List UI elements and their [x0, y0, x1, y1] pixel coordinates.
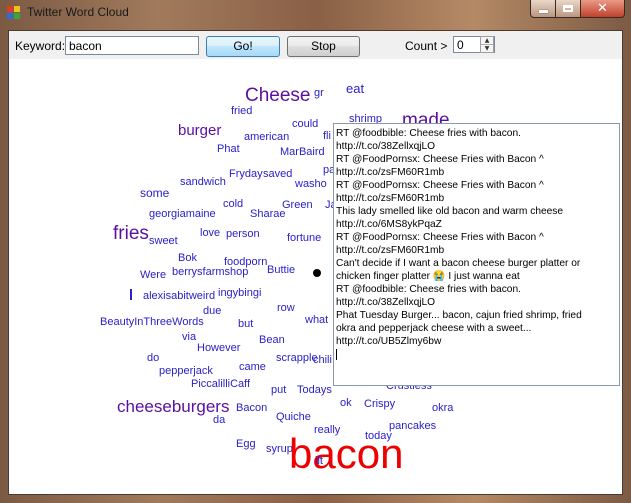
cloud-word: row: [277, 302, 295, 314]
cloud-word: person: [226, 228, 260, 240]
tweet-line: RT @FoodPornsx: Cheese Fries with Bacon …: [336, 180, 544, 191]
window-controls: ✕: [530, 0, 625, 18]
cloud-word: Egg: [236, 438, 256, 450]
cloud-word: Were: [140, 269, 167, 281]
cloud-word: came: [239, 361, 266, 373]
client-area: Keyword: Go! Stop Count > ▲ ▼ Cheesegr ea…: [8, 30, 623, 495]
minimize-icon: [539, 10, 548, 13]
cloud-word: Bok: [178, 252, 197, 264]
cloud-word: bacon: [289, 430, 404, 477]
cloud-word: However: [197, 342, 241, 354]
cloud-word: scrapple: [276, 352, 318, 364]
go-button[interactable]: Go!: [206, 36, 280, 57]
keyword-label: Keyword:: [15, 39, 66, 53]
count-label: Count >: [405, 39, 448, 53]
cloud-word: some: [140, 186, 170, 200]
cloud-word: georgiamaine: [149, 208, 216, 220]
cloud-word: PiccalilliCaff: [191, 378, 251, 390]
cloud-word: chili: [313, 354, 332, 366]
cloud-word: Crispy: [364, 398, 396, 410]
tweet-line: RT @foodbible: Cheese fries with bacon.: [336, 284, 521, 295]
cloud-word: ok: [340, 397, 352, 409]
tweet-line: http://t.co/zsFM60R1mb: [336, 193, 445, 204]
cloud-word: sweet: [149, 235, 178, 247]
cloud-word: MarBaird: [280, 146, 325, 158]
cloud-word: via: [182, 331, 197, 343]
cloud-word: berrysfarmshop: [172, 266, 249, 278]
cloud-word: Sharae: [250, 208, 286, 220]
cloud-word: what: [305, 314, 329, 326]
cloud-word: due: [203, 305, 222, 317]
cloud-word: Bean: [259, 334, 285, 346]
tweet-line: http://t.co/zsFM60R1mb: [336, 245, 445, 256]
cloud-word: put: [271, 384, 287, 396]
cloud-word: burger: [178, 122, 222, 139]
cloud-word: love: [200, 227, 221, 239]
cloud-word: but: [238, 318, 254, 330]
cloud-word: Green: [282, 199, 313, 211]
tweet-list[interactable]: RT @foodbible: Cheese fries with bacon. h…: [333, 123, 620, 386]
tweet-line: http://t.co/6MS8ykPqaZ: [336, 219, 442, 230]
text-cursor: [336, 349, 337, 360]
tweet-line: Can't decide if I want a bacon cheese bu…: [336, 258, 581, 269]
close-icon: ✕: [597, 1, 608, 16]
toolbar: Keyword: Go! Stop Count > ▲ ▼: [9, 31, 622, 59]
app-window: Twitter Word Cloud ✕ Keyword: Go! Stop C…: [0, 0, 631, 503]
stop-button[interactable]: Stop: [287, 36, 360, 57]
cloud-word: fortune: [287, 232, 322, 244]
keyword-input[interactable]: [65, 36, 199, 55]
cloud-word: da: [213, 414, 226, 426]
cloud-word: cold: [223, 198, 244, 210]
tweet-line: Phat Tuesday Burger... bacon, cajun frie…: [336, 310, 582, 321]
cloud-word: Phat: [217, 143, 240, 155]
tweet-line: http://t.co/38ZellxqjLO: [336, 297, 436, 308]
cloud-word: fried: [231, 105, 253, 117]
cloud-word: fli: [323, 130, 331, 142]
tweet-line: http://t.co/38ZellxqjLO: [336, 141, 436, 152]
cloud-word: do: [147, 352, 160, 364]
tweet-line: http://t.co/zsFM60R1mb: [336, 167, 445, 178]
cloud-word: Todays: [297, 384, 332, 396]
minimize-button[interactable]: [530, 0, 556, 18]
cloud-word: cheeseburgers: [117, 397, 230, 416]
cloud-word: pepperjack: [159, 365, 213, 377]
cloud-word: could: [292, 118, 319, 130]
close-button[interactable]: ✕: [581, 0, 625, 18]
cloud-word: ingybingi: [218, 287, 262, 299]
window-title: Twitter Word Cloud: [27, 5, 129, 19]
cloud-word: Quiche: [276, 411, 311, 423]
tweet-line: RT @FoodPornsx: Cheese Fries with Bacon …: [336, 232, 544, 243]
app-icon: [7, 6, 20, 19]
text-caret: [130, 289, 132, 300]
cloud-word: Bacon: [236, 402, 268, 414]
cloud-word: american: [244, 131, 290, 143]
tweet-line: chicken finger platter 😭 I just wanna ea…: [336, 271, 520, 282]
count-spin-buttons[interactable]: ▲ ▼: [480, 36, 494, 53]
spin-down-icon[interactable]: ▼: [481, 45, 493, 52]
tweet-line: RT @FoodPornsx: Cheese Fries with Bacon …: [336, 154, 544, 165]
cloud-word: washo: [295, 178, 327, 190]
title-bar[interactable]: Twitter Word Cloud ✕: [0, 0, 631, 26]
spin-up-icon[interactable]: ▲: [481, 37, 493, 45]
tweet-line: http://t.co/UB5Zlmy6bw: [336, 336, 442, 347]
maximize-button[interactable]: [556, 0, 581, 18]
cloud-word: fries: [113, 223, 149, 244]
cloud-word: okra: [432, 402, 454, 414]
cloud-word: eat: [346, 81, 365, 96]
cloud-word: saved: [263, 168, 293, 180]
maximize-icon: [563, 5, 573, 12]
cloud-word: gr: [314, 87, 324, 99]
cloud-word: alexisabitweird: [143, 290, 216, 302]
cloud-word: BeautyInThreeWords: [100, 316, 204, 328]
tweet-line: This lady smelled like old bacon and war…: [336, 206, 564, 217]
cloud-word: Cheese: [245, 85, 311, 106]
cloud-word: Buttie: [267, 264, 296, 276]
tweet-line: okra and pepperjack cheese with a sweet.…: [336, 323, 532, 334]
cursor-dot: [313, 269, 321, 277]
cloud-word: sandwich: [180, 176, 226, 188]
cloud-word: Fryday: [229, 168, 263, 180]
cloud-word: ilt: [315, 455, 323, 467]
tweet-line: RT @foodbible: Cheese fries with bacon.: [336, 128, 521, 139]
